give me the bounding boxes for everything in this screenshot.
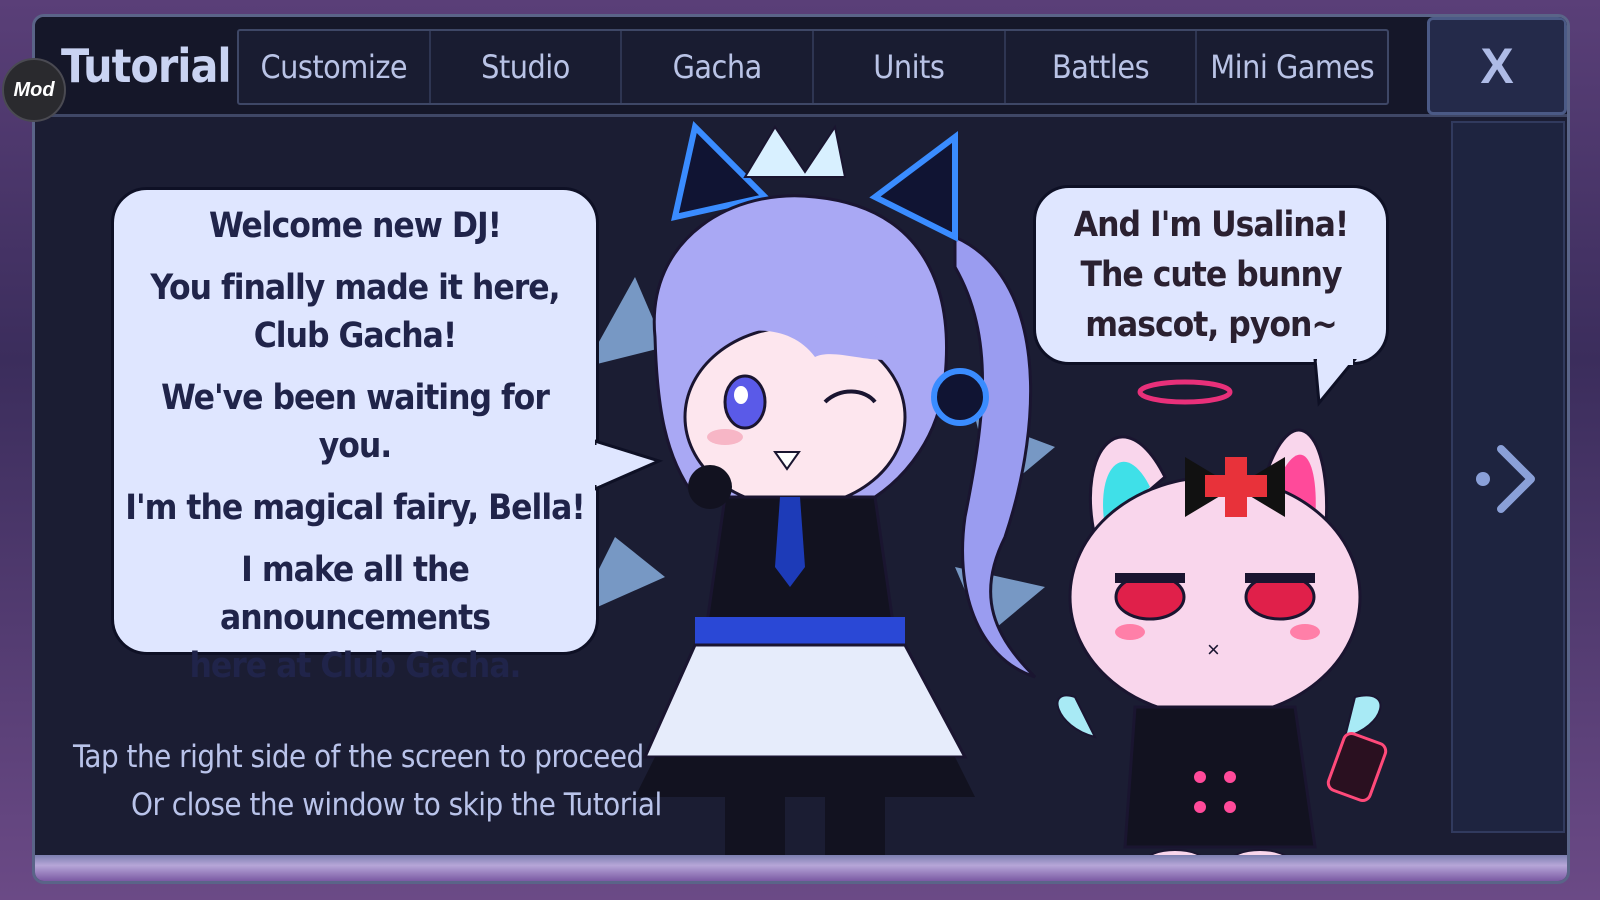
tab-mini-games[interactable]: Mini Games	[1197, 31, 1387, 103]
usalina-line: mascot, pyon~	[1085, 305, 1338, 345]
tab-battles[interactable]: Battles	[1006, 31, 1198, 103]
tutorial-window: Tutorial Customize Studio Gacha Units Ba…	[32, 14, 1570, 884]
tab-gacha[interactable]: Gacha	[622, 31, 815, 103]
window-bottom-bar	[35, 855, 1567, 881]
svg-text:×: ×	[1207, 637, 1220, 662]
chevron-right-icon[interactable]	[1475, 439, 1545, 519]
close-button[interactable]: X	[1427, 17, 1567, 115]
tab-studio[interactable]: Studio	[431, 31, 623, 103]
bella-line: I make all the announcements	[220, 550, 491, 638]
usalina-bubble-tail	[1313, 359, 1357, 407]
tutorial-header: Tutorial Customize Studio Gacha Units Ba…	[35, 17, 1567, 117]
page-title: Tutorial	[61, 39, 232, 93]
bella-speech-bubble: Welcome new DJ! You finally made it here…	[111, 187, 599, 686]
bella-bubble-tail	[595, 439, 664, 491]
mod-badge[interactable]: Mod	[2, 58, 66, 122]
bella-line: Welcome new DJ!	[208, 206, 502, 246]
bella-line: here at Club Gacha.	[189, 646, 521, 686]
bella-line: Club Gacha!	[253, 316, 458, 356]
proceed-hint: Tap the right side of the screen to proc…	[73, 739, 644, 775]
tab-units[interactable]: Units	[814, 31, 1006, 103]
bella-character	[575, 121, 1055, 881]
bella-line: I'm the magical fairy, Bella!	[125, 488, 585, 528]
skip-hint: Or close the window to skip the Tutorial	[131, 787, 662, 823]
usalina-speech-bubble: And I'm Usalina! The cute bunny mascot, …	[1033, 185, 1389, 365]
bella-line: We've been waiting for you.	[161, 378, 550, 466]
close-icon: X	[1480, 38, 1514, 94]
next-page-panel[interactable]	[1451, 121, 1565, 833]
tab-customize[interactable]: Customize	[239, 31, 431, 103]
tutorial-tabs: Customize Studio Gacha Units Battles Min…	[237, 29, 1389, 105]
usalina-character: ×	[1056, 379, 1388, 875]
usalina-line: The cute bunny	[1080, 255, 1342, 295]
bella-line: You finally made it here,	[150, 268, 560, 308]
usalina-line: And I'm Usalina!	[1073, 205, 1350, 245]
